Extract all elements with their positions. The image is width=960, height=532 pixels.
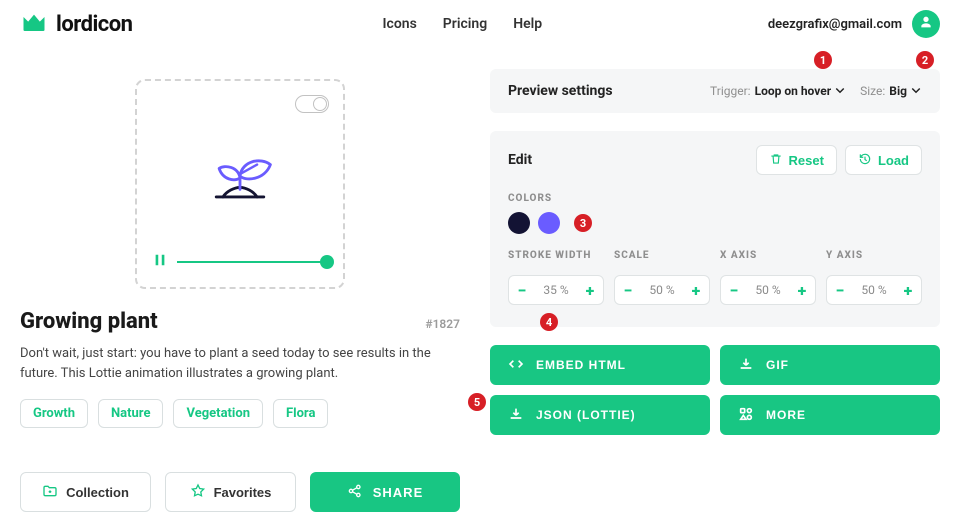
minus-icon[interactable]: − bbox=[515, 281, 529, 300]
colors-label: COLORS bbox=[508, 193, 922, 204]
user-area: deezgrafix@gmail.com bbox=[768, 10, 940, 38]
scale-stepper[interactable]: − 50 % + bbox=[614, 275, 710, 305]
annotation-4: 4 bbox=[540, 313, 558, 331]
preview-settings-panel: Preview settings Trigger: Loop on hover … bbox=[490, 69, 940, 113]
x-axis-label: X AXIS bbox=[720, 250, 816, 261]
gif-button[interactable]: GIF bbox=[720, 345, 940, 385]
progress-knob[interactable] bbox=[320, 255, 334, 269]
app-header: lordicon Icons Pricing Help deezgrafix@g… bbox=[0, 0, 960, 49]
icon-preview bbox=[135, 79, 345, 289]
annotation-1: 1 bbox=[814, 51, 832, 69]
minus-icon[interactable]: − bbox=[833, 281, 847, 300]
stroke-width-label: STROKE WIDTH bbox=[508, 250, 604, 261]
annotation-5: 5 bbox=[468, 393, 486, 411]
y-axis-value: 50 % bbox=[861, 283, 886, 297]
plus-icon[interactable]: + bbox=[689, 281, 703, 300]
share-label: SHARE bbox=[373, 485, 424, 500]
color-swatch-2[interactable] bbox=[538, 212, 560, 234]
chevron-down-icon bbox=[910, 84, 922, 99]
nav-help[interactable]: Help bbox=[513, 16, 542, 32]
collection-label: Collection bbox=[66, 485, 129, 500]
shapes-icon bbox=[738, 406, 754, 425]
growing-plant-icon bbox=[192, 103, 288, 248]
playback-bar[interactable] bbox=[153, 252, 327, 271]
favorites-button[interactable]: Favorites bbox=[165, 472, 296, 512]
tag-growth[interactable]: Growth bbox=[20, 399, 88, 428]
icon-detail-pane: Growing plant #1827 Don't wait, just sta… bbox=[20, 69, 460, 512]
tag-vegetation[interactable]: Vegetation bbox=[173, 399, 263, 428]
icon-description: Don't wait, just start: you have to plan… bbox=[20, 344, 460, 383]
export-actions: EMBED HTML GIF JSON (LOTTIE) MORE 5 bbox=[490, 345, 940, 435]
chevron-down-icon bbox=[834, 84, 846, 99]
history-icon bbox=[858, 152, 872, 169]
x-axis-stepper[interactable]: − 50 % + bbox=[720, 275, 816, 305]
edit-title: Edit bbox=[508, 152, 532, 168]
json-label: JSON (LOTTIE) bbox=[536, 408, 636, 422]
plus-icon[interactable]: + bbox=[583, 281, 597, 300]
download-icon bbox=[508, 406, 524, 425]
more-label: MORE bbox=[766, 408, 806, 422]
tag-nature[interactable]: Nature bbox=[98, 399, 163, 428]
toggle-knob bbox=[313, 97, 327, 111]
icon-title: Growing plant bbox=[20, 309, 158, 334]
x-axis-value: 50 % bbox=[755, 283, 780, 297]
nav-pricing[interactable]: Pricing bbox=[443, 16, 487, 32]
annotation-3: 3 bbox=[574, 214, 592, 232]
brand[interactable]: lordicon bbox=[20, 10, 133, 38]
scale-label: SCALE bbox=[614, 250, 710, 261]
trash-icon bbox=[769, 152, 783, 169]
download-icon bbox=[738, 356, 754, 375]
code-icon bbox=[508, 356, 524, 375]
load-label: Load bbox=[878, 153, 909, 168]
gif-label: GIF bbox=[766, 358, 789, 372]
favorites-label: Favorites bbox=[214, 485, 272, 500]
embed-label: EMBED HTML bbox=[536, 358, 626, 372]
preview-toggle[interactable] bbox=[295, 95, 329, 113]
main-nav: Icons Pricing Help bbox=[383, 16, 543, 32]
config-pane: Preview settings Trigger: Loop on hover … bbox=[490, 69, 940, 512]
share-button[interactable]: SHARE bbox=[310, 472, 460, 512]
preview-settings-title: Preview settings bbox=[508, 83, 613, 99]
embed-html-button[interactable]: EMBED HTML bbox=[490, 345, 710, 385]
json-lottie-button[interactable]: JSON (LOTTIE) bbox=[490, 395, 710, 435]
tag-flora[interactable]: Flora bbox=[273, 399, 328, 428]
folder-plus-icon bbox=[42, 483, 58, 502]
progress-track[interactable] bbox=[177, 261, 327, 263]
crown-logo-icon bbox=[20, 10, 48, 38]
stroke-width-stepper[interactable]: − 35 % + bbox=[508, 275, 604, 305]
more-button[interactable]: MORE bbox=[720, 395, 940, 435]
plus-icon[interactable]: + bbox=[795, 281, 809, 300]
size-label: Size: bbox=[860, 84, 885, 98]
color-swatches: 3 bbox=[508, 212, 922, 234]
minus-icon[interactable]: − bbox=[727, 281, 741, 300]
reset-label: Reset bbox=[789, 153, 824, 168]
icon-id: #1827 bbox=[425, 317, 460, 331]
star-icon bbox=[190, 483, 206, 502]
pause-icon[interactable] bbox=[153, 252, 167, 271]
y-axis-label: Y AXIS bbox=[826, 250, 922, 261]
color-swatch-1[interactable] bbox=[508, 212, 530, 234]
load-button[interactable]: Load bbox=[845, 145, 922, 175]
minus-icon[interactable]: − bbox=[621, 281, 635, 300]
annotation-2: 2 bbox=[916, 51, 934, 69]
size-dropdown[interactable]: Big bbox=[889, 84, 922, 99]
trigger-label: Trigger: bbox=[710, 84, 751, 98]
y-axis-stepper[interactable]: − 50 % + bbox=[826, 275, 922, 305]
plus-icon[interactable]: + bbox=[901, 281, 915, 300]
nav-icons[interactable]: Icons bbox=[383, 16, 417, 32]
avatar[interactable] bbox=[912, 10, 940, 38]
share-icon bbox=[347, 483, 363, 502]
collection-button[interactable]: Collection bbox=[20, 472, 151, 512]
brand-name: lordicon bbox=[56, 12, 133, 37]
tag-list: Growth Nature Vegetation Flora bbox=[20, 399, 460, 428]
person-icon bbox=[918, 14, 934, 34]
trigger-dropdown[interactable]: Loop on hover bbox=[755, 84, 847, 99]
size-value: Big bbox=[889, 84, 907, 98]
trigger-value: Loop on hover bbox=[755, 84, 832, 98]
edit-panel: Edit Reset Load COLORS 3 STROKE bbox=[490, 131, 940, 327]
stroke-width-value: 35 % bbox=[543, 283, 568, 297]
user-email: deezgrafix@gmail.com bbox=[768, 17, 902, 32]
reset-button[interactable]: Reset bbox=[756, 145, 837, 175]
scale-value: 50 % bbox=[649, 283, 674, 297]
